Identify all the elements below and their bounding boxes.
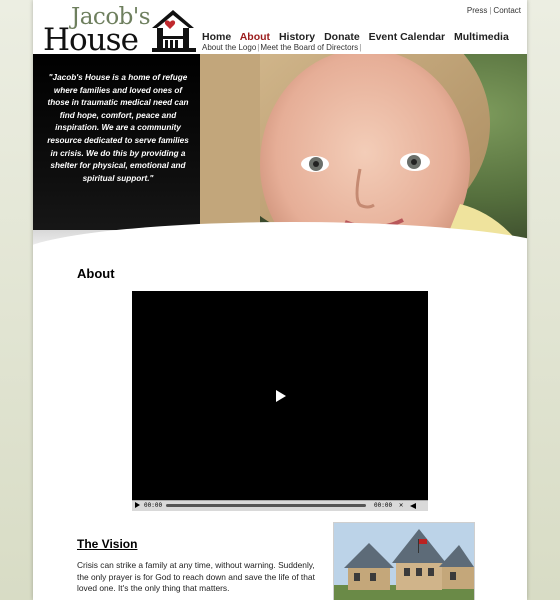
time-elapsed: 00:00	[144, 502, 163, 509]
nav-donate[interactable]: Donate	[324, 31, 360, 43]
link-separator: |	[489, 6, 492, 15]
subnav-separator: |	[359, 43, 362, 52]
sub-nav: About the Logo |Meet the Board of Directo…	[202, 43, 362, 52]
contact-link[interactable]: Contact	[493, 6, 521, 15]
nav-home[interactable]: Home	[202, 31, 231, 43]
press-link[interactable]: Press	[467, 6, 487, 15]
nav-event-calendar[interactable]: Event Calendar	[369, 31, 445, 43]
top-links: Press | Contact	[467, 6, 521, 15]
fullscreen-icon[interactable]: ✕	[399, 501, 403, 509]
site-logo[interactable]: Jacob's House	[43, 2, 196, 58]
page-container: Jacob's House Press | Contact Home About H…	[33, 0, 527, 600]
video-player[interactable]: 00:00 00:00 ✕	[132, 291, 428, 511]
building-photo	[333, 522, 475, 600]
mission-quote: "Jacob's House is a home of refuge where…	[47, 73, 189, 183]
main-nav: Home About History Donate Event Calendar…	[202, 31, 515, 43]
nav-history[interactable]: History	[279, 31, 315, 43]
nav-multimedia[interactable]: Multimedia	[454, 31, 509, 43]
mission-panel: "Jacob's House is a home of refuge where…	[33, 54, 200, 254]
house-building-image	[334, 523, 474, 600]
play-icon[interactable]	[276, 390, 286, 402]
vision-paragraph: Crisis can strike a family at any time, …	[77, 560, 315, 593]
control-play-icon[interactable]	[135, 502, 140, 508]
volume-icon[interactable]	[410, 503, 416, 509]
subnav-board[interactable]: Meet the Board of Directors	[260, 43, 358, 52]
hero-banner: "Jacob's House is a home of refuge where…	[33, 54, 527, 282]
nav-about[interactable]: About	[240, 31, 270, 43]
time-total: 00:00	[374, 502, 393, 509]
seek-bar[interactable]	[166, 504, 366, 507]
video-controls: 00:00 00:00 ✕	[132, 500, 428, 511]
subnav-about-logo[interactable]: About the Logo	[202, 43, 256, 52]
house-icon	[152, 10, 196, 52]
logo-text-bottom: House	[43, 22, 139, 58]
page-title: About	[77, 266, 115, 281]
vision-heading: The Vision	[77, 537, 138, 551]
